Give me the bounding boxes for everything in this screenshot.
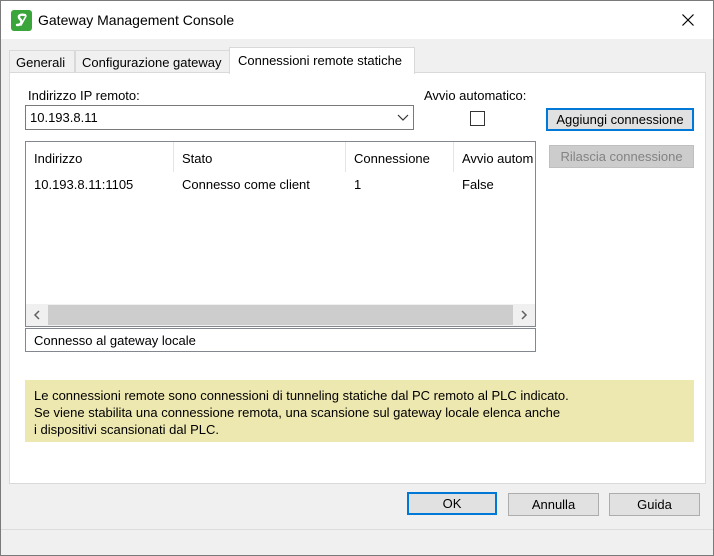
help-button[interactable]: Guida [609,493,700,516]
ok-button[interactable]: OK [407,492,497,515]
auto-start-checkbox[interactable] [470,111,485,126]
info-line-3: i dispositivi scansionati dal PLC. [34,422,219,437]
column-header-avvio-automatico[interactable]: Avvio autom [454,142,535,172]
add-connection-button[interactable]: Aggiungi connessione [546,108,694,131]
table-row[interactable]: 10.193.8.11:1105 Connesso come client 1 … [26,174,535,196]
auto-start-label: Avvio automatico: [424,88,527,103]
release-connection-button[interactable]: Rilascia connessione [549,145,694,168]
title-bar: Gateway Management Console [1,1,713,39]
column-header-indirizzo[interactable]: Indirizzo [26,142,174,172]
remote-ip-value: 10.193.8.11 [30,110,98,125]
footer-divider [1,529,713,530]
scroll-left-icon[interactable] [26,304,48,326]
window-title: Gateway Management Console [38,12,235,28]
cell-stato: Connesso come client [182,177,310,192]
app-icon [11,10,32,31]
chevron-down-icon[interactable] [397,110,409,127]
info-line-2: Se viene stabilita una connessione remot… [34,405,561,420]
scroll-right-icon[interactable] [513,304,535,326]
status-text: Connesso al gateway locale [34,333,196,348]
column-header-connessione[interactable]: Connessione [346,142,454,172]
tab-configurazione-gateway[interactable]: Configurazione gateway [75,50,230,73]
connections-table[interactable]: Indirizzo Stato Connessione Avvio autom … [25,141,536,327]
close-icon [682,14,694,26]
cell-connessione: 1 [354,177,362,192]
remote-ip-label: Indirizzo IP remoto: [28,88,140,103]
horizontal-scrollbar[interactable] [26,304,535,326]
status-field: Connesso al gateway locale [25,328,536,352]
dialog-window: Gateway Management Console Generali Conf… [0,0,714,556]
cell-indirizzo: 10.193.8.11:1105 [34,177,134,192]
cancel-button[interactable]: Annulla [508,493,599,516]
tab-connessioni-remote-statiche[interactable]: Connessioni remote statiche [229,47,415,74]
cell-avvio-automatico: False [462,177,494,192]
info-box: Le connessioni remote sono connessioni d… [25,380,694,442]
info-line-1: Le connessioni remote sono connessioni d… [34,388,569,403]
scrollbar-thumb[interactable] [48,305,513,325]
tab-generali[interactable]: Generali [9,50,75,73]
close-button[interactable] [665,1,711,39]
column-header-stato[interactable]: Stato [174,142,346,172]
remote-ip-combobox[interactable]: 10.193.8.11 [25,105,414,130]
table-header: Indirizzo Stato Connessione Avvio autom [26,142,535,172]
